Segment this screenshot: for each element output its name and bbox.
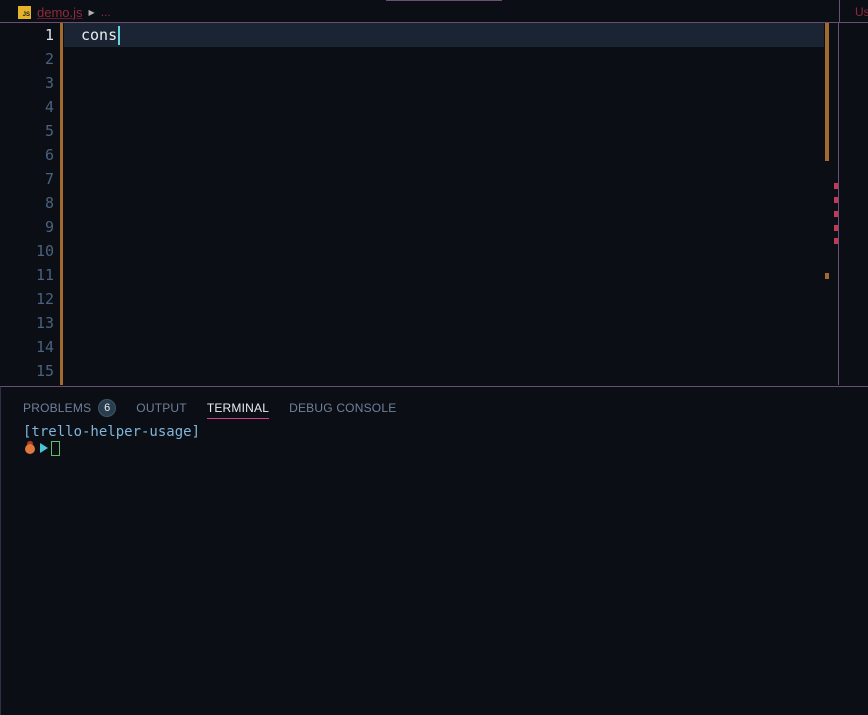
current-line-highlight: [64, 23, 824, 47]
line-number-gutter: 1 2 3 4 5 6 7 8 9 10 11 12 13 14 15: [0, 23, 63, 385]
line-number: 15: [35, 362, 54, 380]
line-number: 2: [44, 50, 54, 68]
tab-label: DEBUG CONSOLE: [289, 401, 397, 415]
git-change-indicator: [60, 23, 63, 385]
tab-label: PROBLEMS: [23, 401, 92, 415]
terminal-cursor: [51, 440, 60, 456]
line-number: 14: [35, 338, 54, 356]
line-number: 12: [35, 290, 54, 308]
line-number: 10: [35, 242, 54, 260]
error-marker: [834, 211, 838, 217]
scrollbar-thumb[interactable]: [825, 23, 829, 161]
chevron-right-icon: ▶: [88, 7, 95, 17]
tab-debug-console[interactable]: DEBUG CONSOLE: [289, 397, 396, 419]
terminal-prompt: [23, 439, 200, 457]
active-tab-indicator: [386, 0, 502, 1]
secondary-editor-tab[interactable]: Us: [839, 0, 868, 22]
text-caret: [118, 25, 121, 45]
line-number: 3: [44, 74, 54, 92]
panel-tabs: PROBLEMS 6 OUTPUT TERMINAL DEBUG CONSOLE: [23, 397, 416, 419]
error-marker: [834, 197, 838, 203]
tab-label: OUTPUT: [136, 401, 187, 415]
secondary-tab-label: Us: [855, 5, 868, 19]
line-number: 4: [44, 98, 54, 116]
code-editor[interactable]: 1 2 3 4 5 6 7 8 9 10 11 12 13 14 15 cons: [0, 23, 839, 385]
prompt-arrow-icon: [40, 443, 48, 453]
breadcrumb-bar: JS demo.js ▶ ... Us: [0, 0, 868, 23]
problems-count-badge: 6: [98, 399, 117, 417]
overview-ruler-marker: [825, 273, 829, 279]
terminal-line: [trello-helper-usage]: [23, 424, 201, 440]
error-marker: [834, 183, 838, 189]
tab-terminal[interactable]: TERMINAL: [206, 397, 270, 419]
breadcrumb: JS demo.js ▶ ...: [18, 4, 111, 20]
code-line[interactable]: cons: [81, 23, 121, 47]
breadcrumb-file[interactable]: demo.js: [37, 5, 83, 20]
bottom-panel: PROBLEMS 6 OUTPUT TERMINAL DEBUG CONSOLE…: [0, 386, 868, 715]
breadcrumb-more[interactable]: ...: [101, 5, 111, 19]
terminal[interactable]: [trello-helper-usage]: [23, 423, 200, 457]
line-number: 6: [44, 146, 54, 164]
code-text: cons: [81, 26, 118, 44]
line-number: 5: [44, 122, 54, 140]
line-number: 13: [35, 314, 54, 332]
line-number: 11: [35, 266, 54, 284]
line-number: 9: [44, 218, 54, 236]
error-marker: [834, 225, 838, 231]
line-number: 8: [44, 194, 54, 212]
javascript-file-icon: JS: [18, 5, 31, 19]
line-number: 1: [44, 26, 54, 44]
tab-problems[interactable]: PROBLEMS 6: [23, 397, 117, 419]
line-number: 7: [44, 170, 54, 188]
error-marker: [834, 238, 838, 244]
tab-output[interactable]: OUTPUT: [136, 397, 187, 419]
tab-label: TERMINAL: [206, 400, 270, 415]
bug-icon: [23, 441, 37, 455]
